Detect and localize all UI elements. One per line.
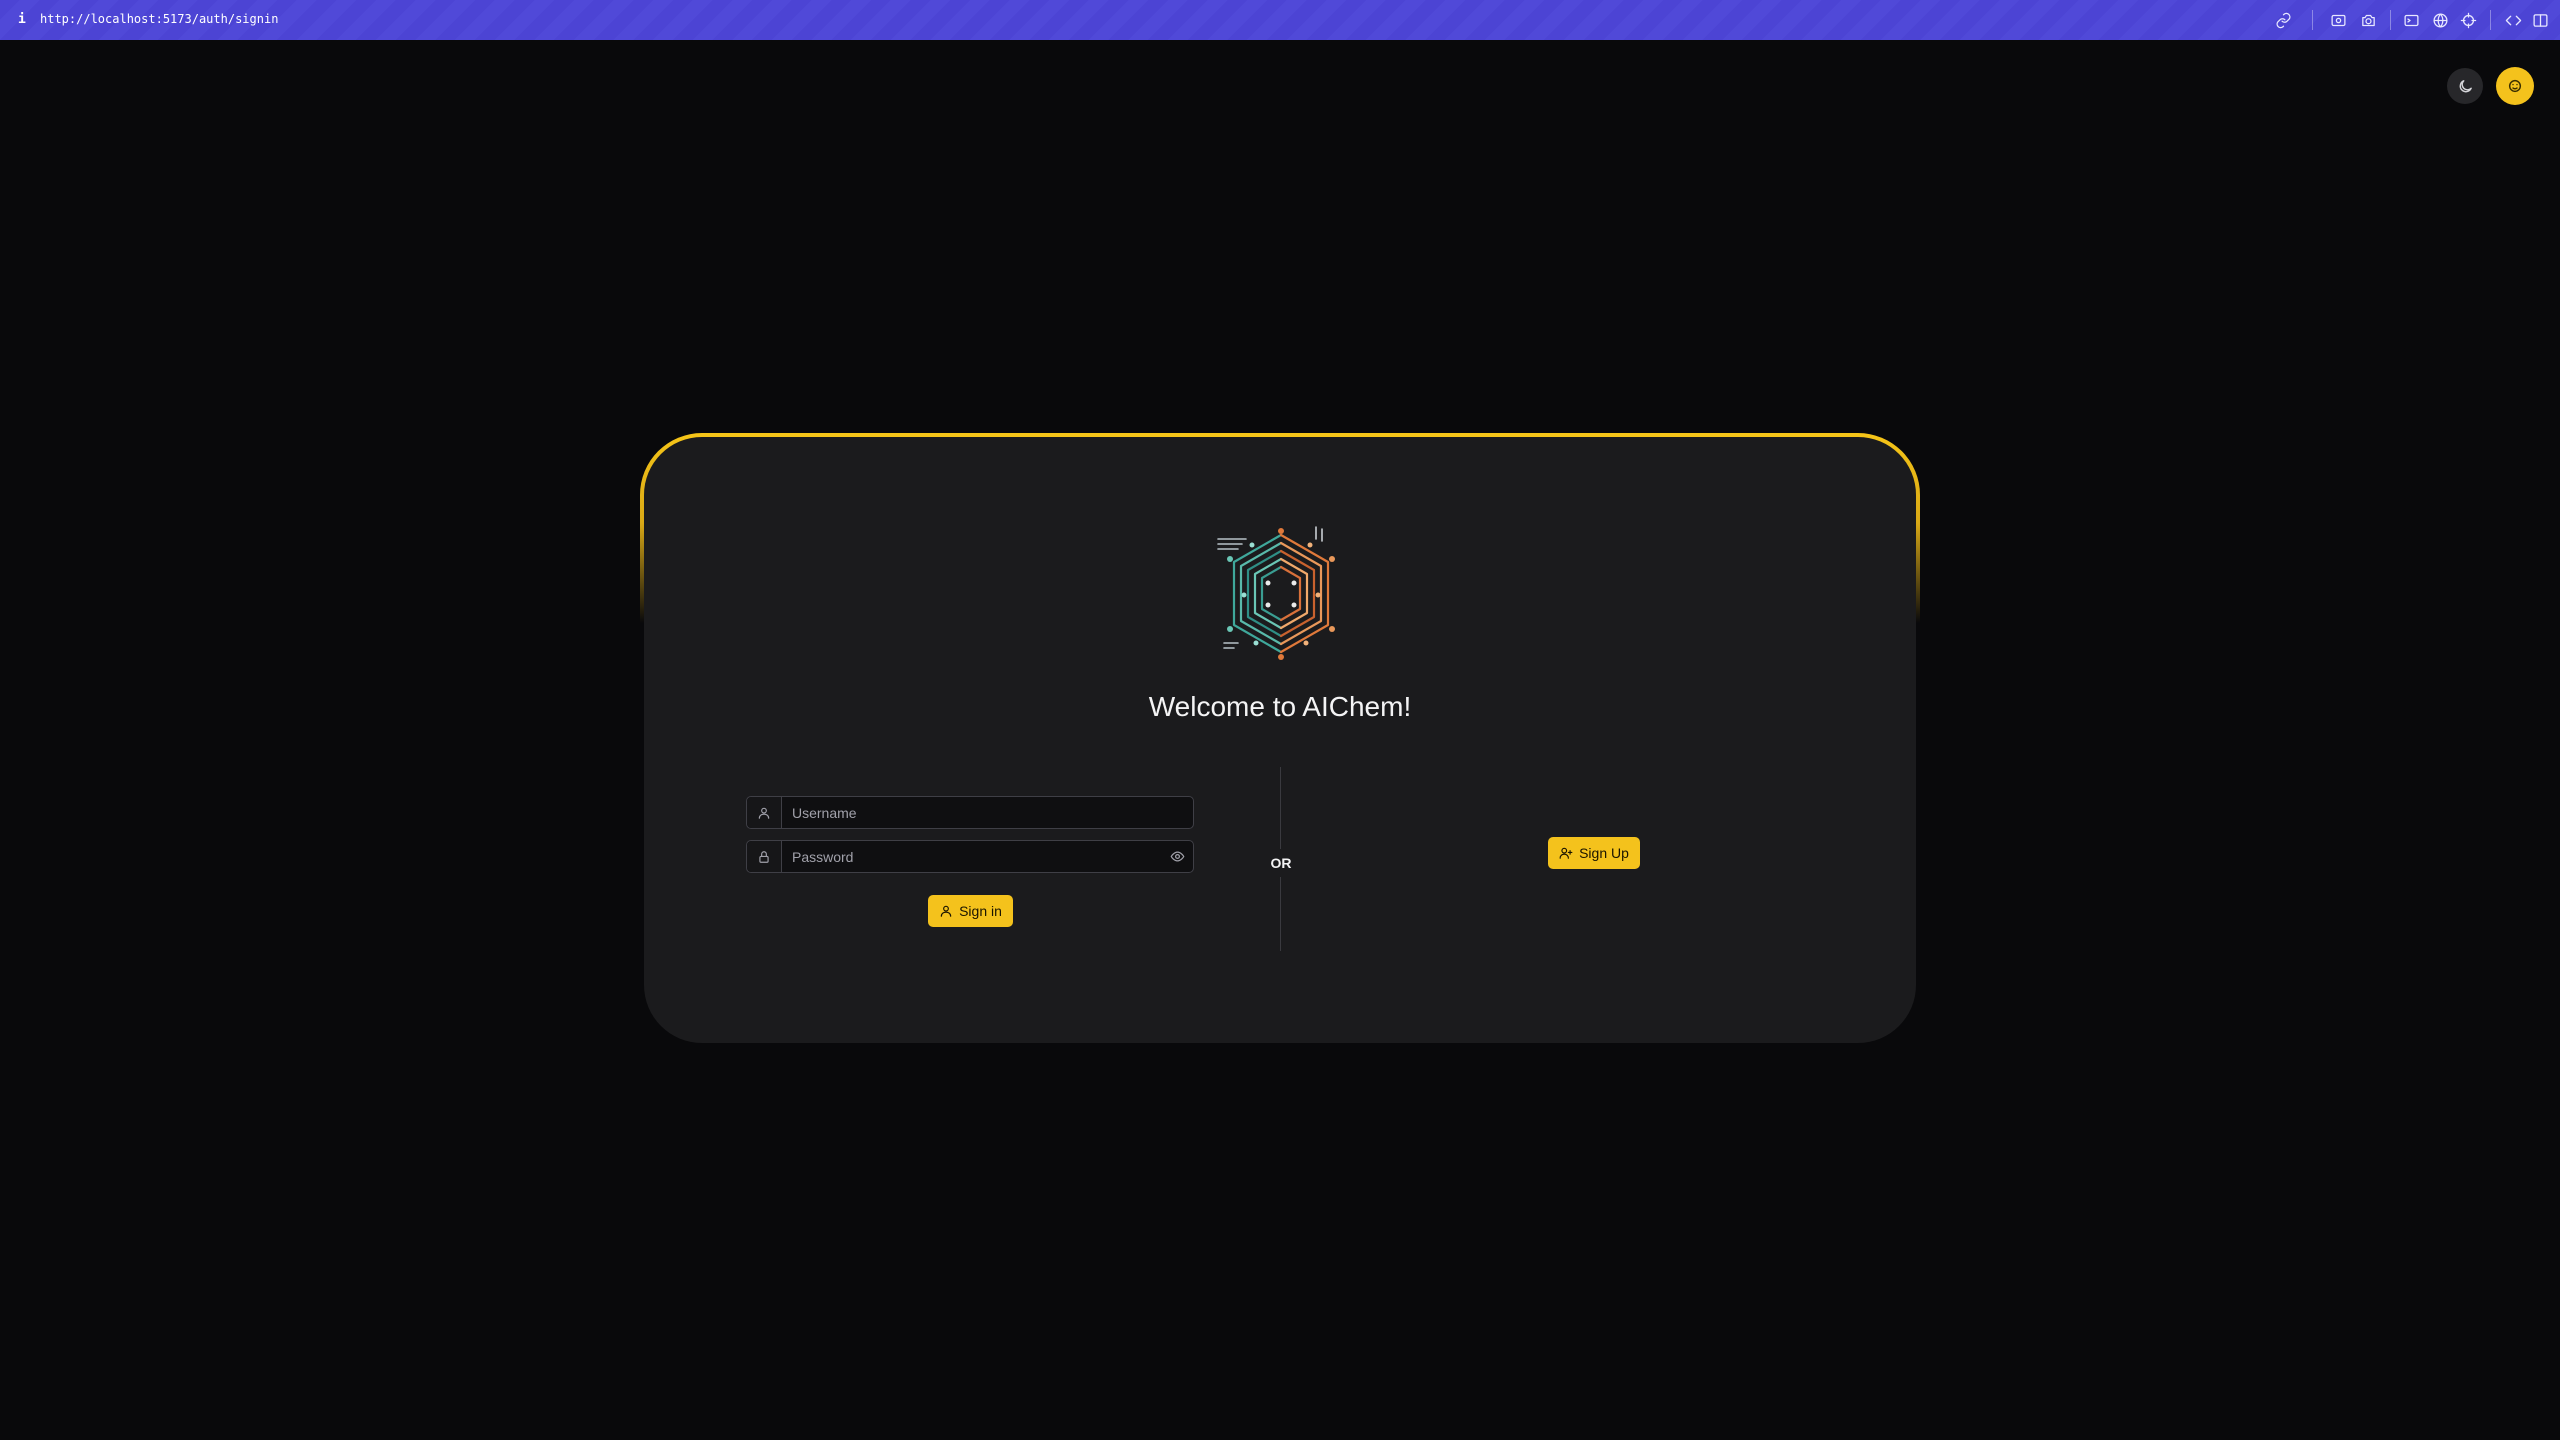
password-field <box>746 840 1194 873</box>
aichem-logo <box>1217 526 1335 660</box>
camera-icon[interactable] <box>2358 10 2378 30</box>
login-card-frame: Welcome to AIChem! Sign in OR <box>640 433 1920 1043</box>
sign-in-button[interactable]: Sign in <box>928 895 1013 927</box>
link-icon[interactable] <box>2273 10 2293 30</box>
split-panel-icon[interactable] <box>2530 10 2550 30</box>
sign-up-button[interactable]: Sign Up <box>1548 837 1640 869</box>
user-icon <box>940 905 952 917</box>
browser-toolbar: i http://localhost:5173/auth/signin <box>0 0 2560 40</box>
toolbar-divider <box>2490 10 2491 30</box>
toolbar-divider <box>2390 10 2391 30</box>
theme-toggle-button[interactable] <box>2447 68 2483 104</box>
moon-icon <box>2459 79 2472 92</box>
url-bar[interactable]: http://localhost:5173/auth/signin <box>40 12 278 26</box>
crosshair-icon[interactable] <box>2458 10 2478 30</box>
sign-up-label: Sign Up <box>1579 845 1629 861</box>
sign-in-label: Sign in <box>959 903 1002 919</box>
lock-icon <box>747 841 782 872</box>
devtools-icon[interactable] <box>2503 10 2523 30</box>
password-input[interactable] <box>782 841 1161 872</box>
screenshot-icon[interactable] <box>2328 10 2348 30</box>
page-info-icon[interactable]: i <box>18 12 26 27</box>
user-menu-button[interactable] <box>2496 67 2534 105</box>
terminal-icon[interactable] <box>2401 10 2421 30</box>
page-title: Welcome to AIChem! <box>1148 691 1412 722</box>
username-field <box>746 796 1194 829</box>
toolbar-divider <box>2312 10 2313 30</box>
user-avatar-icon <box>2508 79 2522 93</box>
user-plus-icon <box>1559 847 1573 859</box>
user-icon <box>747 797 782 828</box>
login-card: Welcome to AIChem! Sign in OR <box>644 437 1916 1043</box>
or-separator: OR <box>1260 849 1302 877</box>
globe-icon[interactable] <box>2430 10 2450 30</box>
username-input[interactable] <box>782 797 1193 828</box>
show-password-eye-icon[interactable] <box>1161 841 1193 872</box>
